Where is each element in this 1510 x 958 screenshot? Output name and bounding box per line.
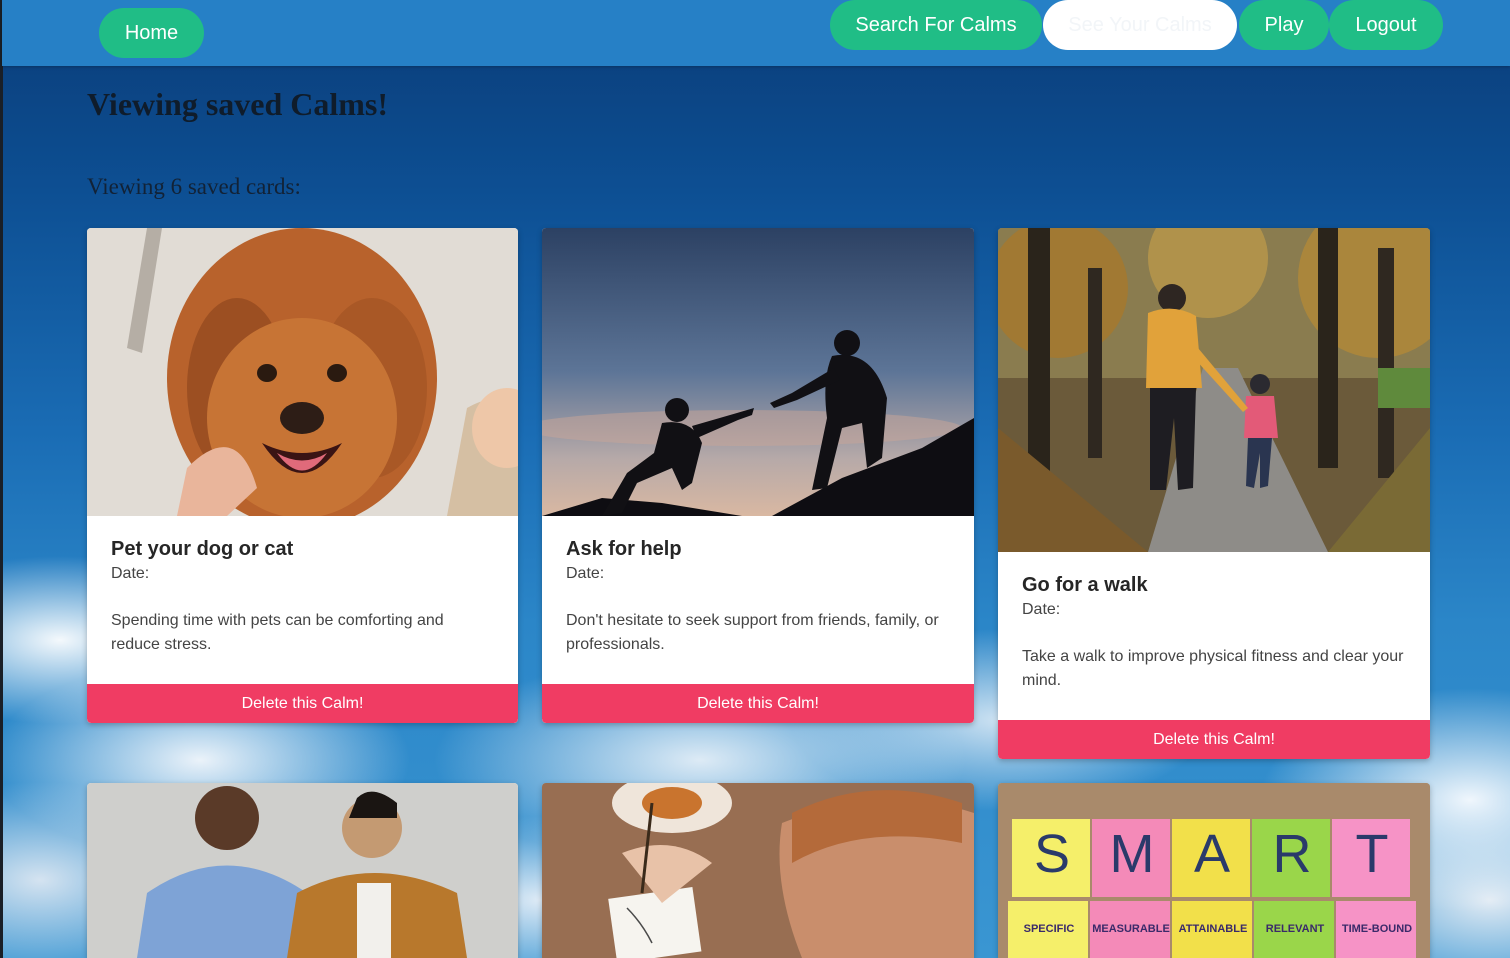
smart-words: SPECIFIC MEASURABLE ATTAINABLE RELEVANT … (1008, 923, 1418, 935)
saved-count-text: Viewing 6 saved cards: (87, 174, 301, 199)
card-date-label: Date: (1022, 601, 1061, 618)
card-image-smart-goals: S M A R T SPECIFIC MEASURABLE ATTAINABLE… (998, 783, 1430, 958)
card-image-walk (998, 228, 1430, 552)
smart-word: SPECIFIC (1023, 923, 1075, 935)
nav-logout-button[interactable]: Logout (1329, 0, 1443, 50)
smart-word: MEASURABLE (1092, 923, 1170, 935)
calm-card: Ask for help Date: Don't hesitate to see… (542, 228, 974, 723)
smart-word: TIME-BOUND (1341, 923, 1413, 935)
smart-word: ATTAINABLE (1178, 923, 1248, 935)
calm-card: S M A R T SPECIFIC MEASURABLE ATTAINABLE… (998, 783, 1430, 958)
nav-search-button[interactable]: Search For Calms (830, 0, 1042, 50)
card-description: Take a walk to improve physical fitness … (1022, 648, 1404, 689)
card-date-label: Date: (111, 565, 150, 582)
smart-letters: S M A R T (1012, 823, 1412, 885)
card-image-thank-you-note (542, 783, 974, 958)
nav-saved-button[interactable]: See Your Calms (1043, 0, 1237, 50)
nav-play-button[interactable]: Play (1239, 0, 1329, 50)
smart-letter: A (1193, 824, 1231, 884)
delete-calm-button[interactable]: Delete this Calm! (542, 684, 974, 723)
card-date-label: Date: (566, 565, 605, 582)
card-image-dog (87, 228, 518, 516)
card-image-help (542, 228, 974, 516)
calm-card: Go for a walk Date: Take a walk to impro… (998, 228, 1430, 759)
calm-card (542, 783, 974, 958)
card-title: Go for a walk (1022, 574, 1148, 596)
card-title: Pet your dog or cat (111, 538, 294, 560)
navbar: Home Search For Calms See Your Calms Pla… (2, 0, 1510, 66)
smart-letter: M (1109, 824, 1155, 884)
delete-calm-button[interactable]: Delete this Calm! (87, 684, 518, 723)
smart-letter: S (1033, 824, 1071, 884)
calm-card (87, 783, 518, 958)
calm-card: Pet your dog or cat Date: Spending time … (87, 228, 518, 723)
smart-letter: T (1355, 824, 1389, 884)
smart-word: RELEVANT (1265, 923, 1325, 935)
card-image-friends (87, 783, 518, 958)
delete-calm-button[interactable]: Delete this Calm! (998, 720, 1430, 759)
card-description: Don't hesitate to seek support from frie… (566, 612, 939, 653)
nav-home-button[interactable]: Home (99, 8, 204, 58)
window-edge (0, 0, 3, 958)
card-description: Spending time with pets can be comfortin… (111, 612, 444, 653)
smart-letter: R (1272, 824, 1312, 884)
page-title: Viewing saved Calms! (87, 86, 389, 122)
card-title: Ask for help (566, 538, 682, 560)
